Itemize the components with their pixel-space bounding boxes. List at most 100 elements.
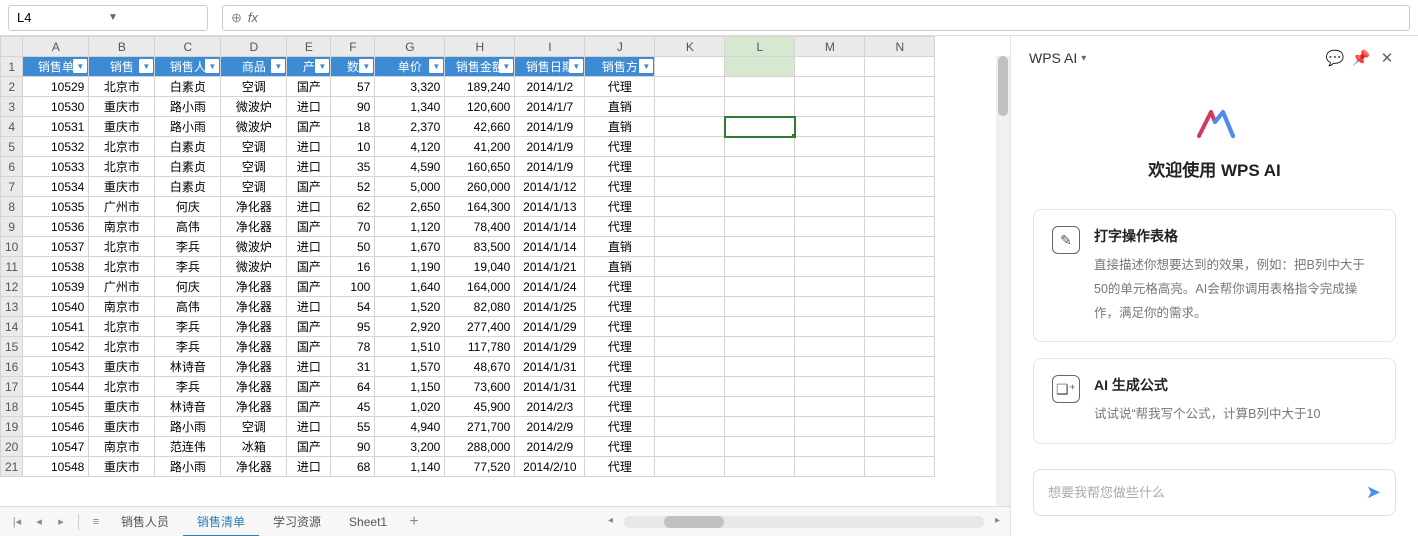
vertical-scrollbar[interactable] — [996, 56, 1010, 506]
filter-header[interactable]: 销售人▼ — [155, 57, 221, 77]
tab-prev-icon[interactable]: ◂ — [28, 511, 50, 533]
search-icon[interactable]: ⊕ — [231, 10, 242, 26]
cell[interactable]: 进口 — [287, 457, 331, 477]
col-header-L[interactable]: L — [725, 37, 795, 57]
sheet-tab[interactable]: Sheet1 — [335, 507, 401, 536]
cell[interactable]: 进口 — [287, 197, 331, 217]
cell[interactable] — [655, 177, 725, 197]
col-header-J[interactable]: J — [585, 37, 655, 57]
cell[interactable] — [795, 97, 865, 117]
cell[interactable]: 1,020 — [375, 397, 445, 417]
cell[interactable]: 路小雨 — [155, 417, 221, 437]
cell[interactable] — [865, 457, 935, 477]
cell[interactable]: 2014/1/14 — [515, 237, 585, 257]
cell[interactable]: 重庆市 — [89, 357, 155, 377]
hscroll-thumb[interactable] — [664, 516, 724, 528]
cell[interactable]: 路小雨 — [155, 457, 221, 477]
cell[interactable] — [795, 317, 865, 337]
filter-dropdown-icon[interactable]: ▼ — [271, 59, 285, 73]
cell[interactable] — [655, 197, 725, 217]
cell[interactable]: 北京市 — [89, 137, 155, 157]
cell[interactable]: 19,040 — [445, 257, 515, 277]
filter-dropdown-icon[interactable]: ▼ — [499, 59, 513, 73]
cell[interactable] — [795, 297, 865, 317]
cell[interactable]: 2014/1/25 — [515, 297, 585, 317]
cell[interactable]: 何庆 — [155, 197, 221, 217]
cell[interactable]: 代理 — [585, 77, 655, 97]
row-header[interactable]: 2 — [1, 77, 23, 97]
filter-header[interactable]: 单价▼ — [375, 57, 445, 77]
filter-header[interactable]: 销售金额▼ — [445, 57, 515, 77]
row-header[interactable]: 8 — [1, 197, 23, 217]
cell[interactable] — [725, 57, 795, 77]
cell[interactable]: 重庆市 — [89, 457, 155, 477]
select-all-corner[interactable] — [1, 37, 23, 57]
chevron-down-icon[interactable]: ▾ — [1081, 53, 1086, 64]
cell[interactable]: 代理 — [585, 397, 655, 417]
cell[interactable] — [725, 277, 795, 297]
cell[interactable]: 10544 — [23, 377, 89, 397]
cell[interactable]: 白素贞 — [155, 137, 221, 157]
cell[interactable]: 2014/1/9 — [515, 157, 585, 177]
cell[interactable]: 2014/1/12 — [515, 177, 585, 197]
cell[interactable]: 进口 — [287, 237, 331, 257]
cell[interactable]: 2014/1/31 — [515, 377, 585, 397]
cell[interactable]: 5,000 — [375, 177, 445, 197]
col-header-N[interactable]: N — [865, 37, 935, 57]
cell[interactable] — [655, 97, 725, 117]
cell[interactable]: 代理 — [585, 277, 655, 297]
cell[interactable]: 林诗音 — [155, 397, 221, 417]
cell[interactable]: 北京市 — [89, 377, 155, 397]
cell[interactable]: 白素贞 — [155, 157, 221, 177]
cell[interactable] — [795, 157, 865, 177]
col-header-B[interactable]: B — [89, 37, 155, 57]
cell[interactable] — [655, 77, 725, 97]
cell[interactable]: 62 — [331, 197, 375, 217]
cell[interactable]: 净化器 — [221, 337, 287, 357]
cell[interactable]: 南京市 — [89, 297, 155, 317]
cell[interactable]: 进口 — [287, 137, 331, 157]
cell[interactable]: 10541 — [23, 317, 89, 337]
filter-dropdown-icon[interactable]: ▼ — [359, 59, 373, 73]
cell[interactable]: 10 — [331, 137, 375, 157]
cell[interactable]: 国产 — [287, 377, 331, 397]
cell[interactable]: 120,600 — [445, 97, 515, 117]
cell[interactable]: 代理 — [585, 157, 655, 177]
cell[interactable]: 90 — [331, 97, 375, 117]
cell[interactable]: 国产 — [287, 257, 331, 277]
cell[interactable]: 271,700 — [445, 417, 515, 437]
cell[interactable]: 70 — [331, 217, 375, 237]
ai-suggestion-card[interactable]: ✎ 打字操作表格 直接描述你想要达到的效果，例如：把B列中大于50的单元格高亮。… — [1033, 209, 1396, 342]
filter-dropdown-icon[interactable]: ▼ — [139, 59, 153, 73]
cell[interactable]: 空调 — [221, 137, 287, 157]
cell[interactable]: 68 — [331, 457, 375, 477]
cell[interactable]: 83,500 — [445, 237, 515, 257]
cell[interactable] — [795, 137, 865, 157]
row-header[interactable]: 7 — [1, 177, 23, 197]
cell[interactable]: 直销 — [585, 237, 655, 257]
cell[interactable] — [865, 277, 935, 297]
vscroll-thumb[interactable] — [998, 56, 1008, 116]
row-header[interactable]: 15 — [1, 337, 23, 357]
cell[interactable]: 国产 — [287, 177, 331, 197]
cell[interactable]: 77,520 — [445, 457, 515, 477]
cell[interactable] — [795, 117, 865, 137]
cell[interactable]: 64 — [331, 377, 375, 397]
cell[interactable]: 10540 — [23, 297, 89, 317]
cell[interactable]: 代理 — [585, 377, 655, 397]
cell[interactable] — [725, 397, 795, 417]
cell[interactable]: 1,340 — [375, 97, 445, 117]
cell[interactable] — [795, 197, 865, 217]
cell[interactable]: 2014/1/14 — [515, 217, 585, 237]
cell[interactable]: 重庆市 — [89, 117, 155, 137]
col-header-D[interactable]: D — [221, 37, 287, 57]
cell[interactable] — [725, 237, 795, 257]
cell[interactable]: 52 — [331, 177, 375, 197]
send-icon[interactable]: ➤ — [1366, 482, 1381, 503]
cell[interactable]: 164,000 — [445, 277, 515, 297]
tab-list-icon[interactable]: ≡ — [85, 511, 107, 533]
cell[interactable]: 160,650 — [445, 157, 515, 177]
cell[interactable] — [795, 377, 865, 397]
cell[interactable]: 微波炉 — [221, 237, 287, 257]
cell[interactable]: 2014/1/24 — [515, 277, 585, 297]
